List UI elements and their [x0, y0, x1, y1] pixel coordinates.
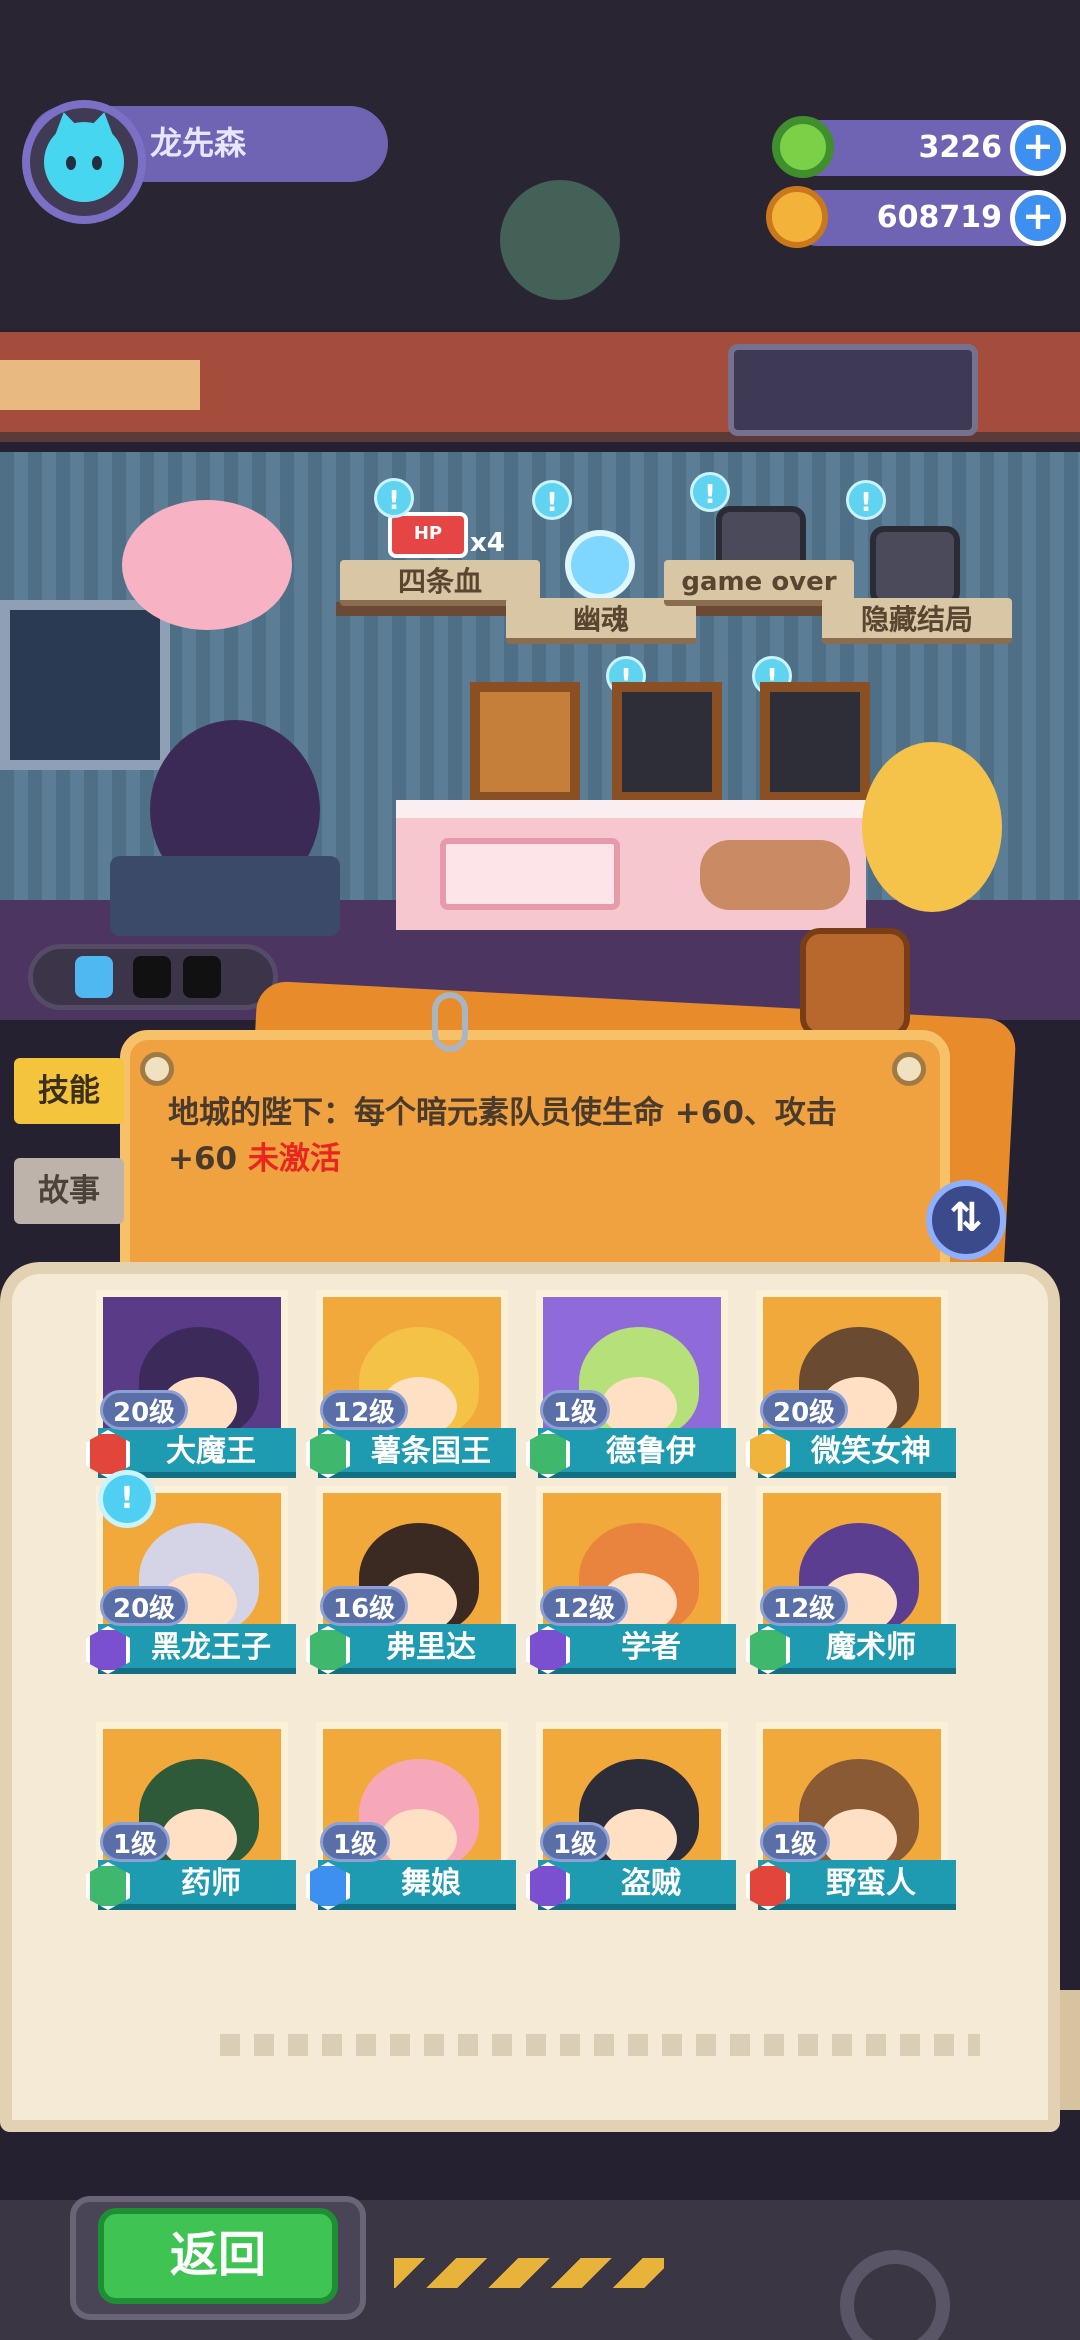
tab-story[interactable]: 故事: [14, 1158, 124, 1224]
cat-eye-icon: [92, 156, 102, 170]
alert-bubble-icon[interactable]: !: [846, 480, 886, 520]
pink-lamp-icon: [122, 500, 292, 630]
locked-frame[interactable]: [760, 682, 870, 802]
pin-icon: [140, 1052, 174, 1086]
hero-level: 1级: [760, 1822, 831, 1862]
hero-card[interactable]: 学者 12级: [526, 1486, 738, 1688]
hero-level: 1级: [100, 1822, 171, 1862]
skill-description: 地城的陛下：每个暗元素队员使生命 +60、攻击 +60 未激活: [168, 1090, 908, 1182]
room-window: [0, 600, 170, 770]
hp-icon: HP: [388, 512, 468, 558]
hero-card[interactable]: 舞娘 1级: [306, 1722, 518, 1924]
donut-currency-value: 3226: [918, 130, 1003, 165]
blurred-hint-text: [220, 2034, 980, 2056]
picture-tv-icon: [870, 526, 960, 606]
hero-card[interactable]: 大魔王 20级: [86, 1290, 298, 1492]
energy-cell-icon: [133, 956, 171, 998]
skill-status: 未激活: [237, 1141, 341, 1177]
hero-card[interactable]: 微笑女神 20级: [746, 1290, 958, 1492]
hero-card[interactable]: 魔术师 12级: [746, 1486, 958, 1688]
card-book-button[interactable]: [800, 928, 910, 1038]
hero-alert-icon[interactable]: !: [98, 1470, 156, 1528]
counter-drawer: [440, 838, 620, 910]
swap-button[interactable]: ⇅: [926, 1180, 1006, 1260]
hp-count: x4: [470, 528, 505, 558]
hero-level: 20级: [760, 1390, 849, 1430]
hero-level: 20级: [100, 1390, 189, 1430]
skull-icon: [565, 530, 635, 600]
tab-skill[interactable]: 技能: [14, 1058, 124, 1124]
planet-coin-icon: [766, 186, 828, 248]
hero-level: 1级: [540, 1390, 611, 1430]
hero-level: 1级: [320, 1822, 391, 1862]
hero-level: 16级: [320, 1586, 409, 1626]
hero-card[interactable]: 德鲁伊 1级: [526, 1290, 738, 1492]
hero-card[interactable]: 药师 1级: [86, 1722, 298, 1924]
hazard-stripe: [394, 2258, 664, 2288]
alert-bubble-icon[interactable]: !: [532, 480, 572, 520]
locked-frame[interactable]: [612, 682, 722, 802]
skeleton-girl-character[interactable]: [862, 742, 1002, 912]
energy-bar[interactable]: [28, 944, 278, 1010]
sewing-machine-icon: [110, 856, 340, 936]
avatar[interactable]: [44, 109, 124, 202]
planet-currency-value: 608719: [876, 200, 1002, 235]
paper-clip-icon: [432, 992, 468, 1052]
hero-card[interactable]: 盗贼 1级: [526, 1722, 738, 1924]
ghost-panel-icon: [728, 344, 978, 436]
cat-eye-icon: [66, 156, 76, 170]
hero-level: 1级: [540, 1822, 611, 1862]
cat-ear-left-icon: [50, 109, 82, 137]
cat-ear-right-icon: [86, 109, 118, 137]
energy-cell-icon: [75, 956, 113, 998]
portrait-frame[interactable]: [470, 682, 580, 802]
dog-plush-icon: [700, 840, 850, 910]
hero-card[interactable]: 弗里达 16级: [306, 1486, 518, 1688]
pin-icon: [892, 1052, 926, 1086]
fan-icon: [500, 180, 620, 300]
alert-bubble-icon[interactable]: !: [374, 478, 414, 518]
hero-level: 20级: [100, 1586, 189, 1626]
alert-bubble-icon[interactable]: !: [690, 472, 730, 512]
back-button[interactable]: 返回: [98, 2208, 338, 2304]
add-planet-button[interactable]: +: [1010, 190, 1066, 246]
hero-level: 12级: [540, 1586, 629, 1626]
hero-level: 12级: [760, 1586, 849, 1626]
sign-hidden-ending[interactable]: 隐藏结局: [822, 598, 1012, 644]
energy-cell-icon: [183, 956, 221, 998]
player-name: 龙先森: [150, 124, 247, 162]
hero-card[interactable]: 薯条国王 12级: [306, 1290, 518, 1492]
shelf-vent: [0, 360, 200, 410]
hero-level: 12级: [320, 1390, 409, 1430]
hero-card[interactable]: 野蛮人 1级: [746, 1722, 958, 1924]
add-donut-button[interactable]: +: [1010, 120, 1066, 176]
